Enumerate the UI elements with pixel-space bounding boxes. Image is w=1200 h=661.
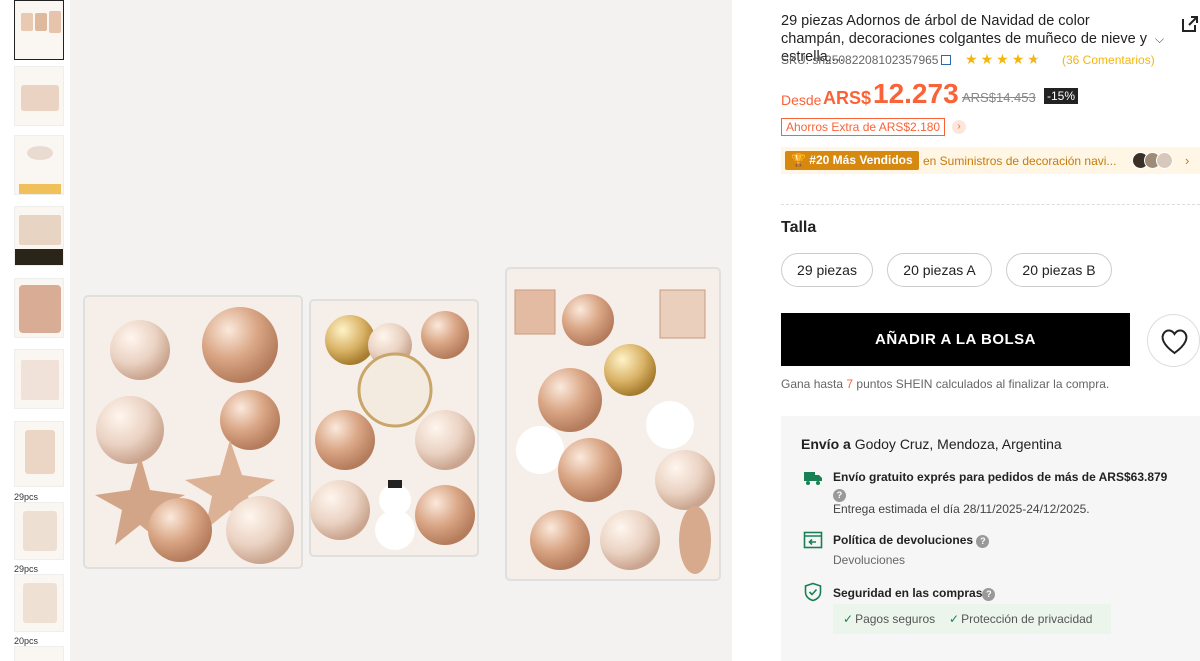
thumbnail-7[interactable]: [14, 421, 64, 487]
price-prefix: Desde: [781, 92, 822, 108]
secure-payment: ✓ Pagos seguros: [843, 612, 935, 626]
thumbnail-1[interactable]: [14, 0, 64, 60]
privacy-text: Protección de privacidad: [961, 612, 1093, 626]
avatar: [1156, 152, 1173, 169]
thumbnail-label: 29pcs: [14, 492, 39, 502]
star-icon: ★: [996, 51, 1012, 67]
sku-line: SKU: sh25082208102357965: [781, 53, 952, 67]
size-option-20-piezas-b[interactable]: 20 piezas B: [1006, 253, 1112, 287]
product-info-panel: 29 piezas Adornos de árbol de Navidad de…: [780, 0, 1200, 661]
check-icon: ✓: [843, 612, 854, 626]
thumbnail-9[interactable]: [14, 574, 64, 632]
shipping-help[interactable]: ?: [833, 485, 846, 503]
return-icon: [803, 531, 823, 549]
returns-title-text: Política de devoluciones: [833, 533, 974, 547]
returns-subtitle: Devoluciones: [833, 553, 906, 567]
product-photo: [83, 267, 721, 581]
wishlist-button[interactable]: [1147, 314, 1200, 367]
question-icon[interactable]: ?: [982, 588, 996, 601]
external-link-icon[interactable]: [1180, 14, 1200, 34]
free-shipping-title: Envío gratuito exprés para pedidos de má…: [833, 470, 1168, 484]
thumbnail-3[interactable]: [14, 135, 64, 195]
chevron-right-icon: ›: [1185, 153, 1190, 168]
thumbnail-2[interactable]: [14, 66, 64, 126]
thumbnail-label: 29pcs: [14, 564, 39, 574]
chevron-down-icon[interactable]: ⌵: [1155, 32, 1164, 47]
star-icon: ★: [965, 51, 981, 67]
copy-icon[interactable]: [941, 55, 952, 65]
question-icon[interactable]: ?: [976, 535, 990, 548]
points-suffix: puntos SHEIN calculados al finalizar la …: [856, 377, 1110, 391]
delivery-estimate: Entrega estimada el día 28/11/2025-24/12…: [833, 502, 1090, 516]
points-prefix: Gana hasta: [781, 377, 844, 391]
security-title[interactable]: Seguridad en las compras?: [833, 586, 996, 601]
question-icon[interactable]: ?: [833, 489, 846, 502]
size-label: Talla: [781, 219, 817, 236]
privacy-protection: ✓ Protección de privacidad: [949, 612, 1092, 626]
thumbnail-10[interactable]: [14, 646, 64, 661]
price: 12.273: [873, 78, 959, 109]
bestseller-badge: 🏆 #20 Más Vendidos: [785, 151, 919, 170]
thumbnail-label: 20pcs: [14, 636, 39, 646]
bestseller-banner[interactable]: 🏆 #20 Más Vendidos en Suministros de dec…: [781, 147, 1200, 174]
thumbnail-4[interactable]: [14, 206, 64, 266]
sku-text: SKU: sh25082208102357965: [781, 53, 939, 67]
heart-icon: [1161, 329, 1188, 355]
extra-savings[interactable]: Ahorros Extra de ARS$2.180: [781, 118, 946, 136]
shipping-location: Godoy Cruz, Mendoza, Argentina: [854, 436, 1062, 452]
main-product-image[interactable]: [70, 0, 732, 661]
shield-check-icon: [804, 582, 822, 602]
rating-stars: ★★★★★: [965, 51, 1043, 68]
bestseller-category: en Suministros de decoración navi...: [923, 154, 1117, 168]
security-title-text: Seguridad en las compras: [833, 586, 983, 600]
thumbnail-8[interactable]: [14, 502, 64, 560]
star-half-icon: ★: [1027, 51, 1043, 67]
points-value: 7: [846, 377, 854, 391]
thumbnail-6[interactable]: [14, 349, 64, 409]
bestseller-badge-text: #20 Más Vendidos: [809, 153, 913, 167]
add-to-bag-button[interactable]: AÑADIR A LA BOLSA: [781, 313, 1130, 366]
price-currency: ARS$: [823, 88, 872, 108]
discount-badge: -15%: [1044, 88, 1079, 104]
size-option-29-piezas[interactable]: 29 piezas: [781, 253, 873, 287]
points-info: Gana hasta 7 puntos SHEIN calculados al …: [781, 377, 1109, 391]
check-icon: ✓: [949, 612, 960, 626]
shipping-to-label: Envío a: [801, 436, 851, 452]
divider: [781, 204, 1200, 205]
reviews-link[interactable]: (36 Comentarios): [1062, 53, 1155, 67]
truck-icon: [804, 472, 822, 485]
returns-title[interactable]: Política de devoluciones ?: [833, 533, 990, 548]
chevron-right-icon[interactable]: ›: [952, 120, 966, 134]
original-price: ARS$14.453: [962, 90, 1036, 105]
bestseller-thumbnails: [1132, 152, 1178, 169]
security-features: ✓ Pagos seguros ✓ Protección de privacidad: [833, 604, 1111, 634]
shipping-box: Envío a Godoy Cruz, Mendoza, Argentina E…: [781, 416, 1200, 661]
size-option-20-piezas-a[interactable]: 20 piezas A: [887, 253, 992, 287]
thumbnail-column: 29pcs 29pcs 20pcs: [0, 0, 70, 661]
thumbnail-5[interactable]: [14, 278, 64, 338]
shipping-destination[interactable]: Envío a Godoy Cruz, Mendoza, Argentina: [801, 436, 1062, 452]
trophy-icon: 🏆: [791, 153, 806, 167]
star-icon: ★: [980, 51, 997, 67]
secure-payment-text: Pagos seguros: [855, 612, 936, 626]
star-icon: ★: [1011, 51, 1028, 67]
